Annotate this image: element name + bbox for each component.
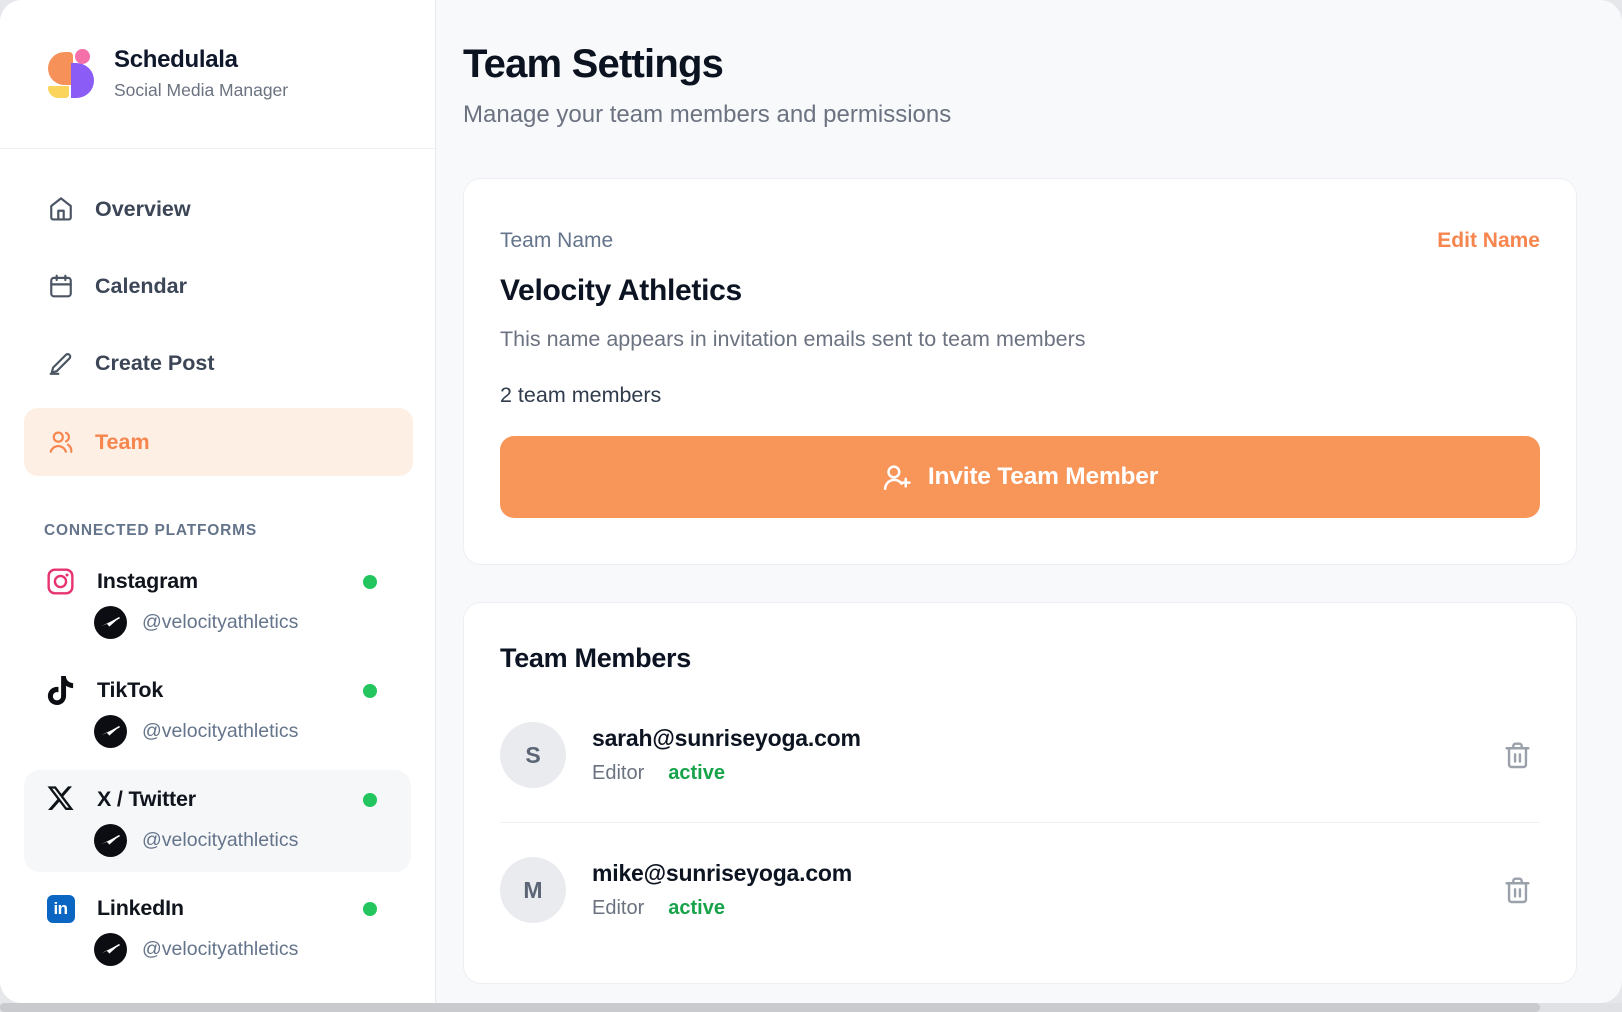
logo-shape-purple xyxy=(71,63,94,98)
platform-handle: @velocityathletics xyxy=(142,829,298,852)
brand-text: Schedulala Social Media Manager xyxy=(114,46,288,101)
delete-member-button[interactable] xyxy=(1497,735,1538,776)
platform-x-twitter[interactable]: X / Twitter @velocityathletics xyxy=(24,770,411,872)
delete-member-button[interactable] xyxy=(1497,870,1538,911)
platform-handle: @velocityathletics xyxy=(142,720,298,743)
member-role: Editor xyxy=(592,897,644,920)
logo-shape-yellow xyxy=(48,86,69,98)
platform-account: @velocityathletics xyxy=(94,824,411,857)
connected-platforms-list: Instagram @velocityathletics TikTok xyxy=(0,540,435,988)
team-name-label: Team Name xyxy=(500,229,613,253)
logo-shape-orange xyxy=(48,52,73,85)
invite-button-label: Invite Team Member xyxy=(928,463,1158,491)
tiktok-icon xyxy=(46,676,75,705)
scrollbar-thumb[interactable] xyxy=(0,1003,1540,1012)
avatar: S xyxy=(500,722,566,788)
platform-linkedin[interactable]: in LinkedIn @velocityathletics xyxy=(24,879,411,981)
platform-name: TikTok xyxy=(97,678,163,703)
member-meta: Editor active xyxy=(592,897,852,920)
connected-platforms-header: CONNECTED PLATFORMS xyxy=(0,522,435,540)
platform-row: Instagram xyxy=(24,567,411,596)
sidebar-item-label: Team xyxy=(95,430,150,455)
sidebar-item-calendar[interactable]: Calendar xyxy=(24,254,413,318)
platform-instagram[interactable]: Instagram @velocityathletics xyxy=(24,552,411,654)
platform-name: X / Twitter xyxy=(97,787,196,812)
sidebar: Schedulala Social Media Manager Overview… xyxy=(0,0,436,1003)
member-email: sarah@sunriseyoga.com xyxy=(592,725,861,752)
team-name-card-header: Team Name Edit Name xyxy=(500,229,1540,253)
sidebar-nav: Overview Calendar Create Post Team xyxy=(0,149,435,489)
linkedin-badge: in xyxy=(47,895,75,923)
team-members-card: Team Members S sarah@sunriseyoga.com Edi… xyxy=(463,602,1577,984)
avatar: M xyxy=(500,857,566,923)
member-info: sarah@sunriseyoga.com Editor active xyxy=(592,725,861,785)
logo-shape-pink xyxy=(75,49,90,64)
member-info: mike@sunriseyoga.com Editor active xyxy=(592,860,852,920)
trash-icon xyxy=(1503,876,1532,905)
platform-name: LinkedIn xyxy=(97,896,184,921)
page-subtitle: Manage your team members and permissions xyxy=(463,101,1577,129)
platform-row: X / Twitter xyxy=(24,785,411,814)
edit-name-link[interactable]: Edit Name xyxy=(1437,229,1540,253)
app-window: Schedulala Social Media Manager Overview… xyxy=(0,0,1622,1003)
schedulala-logo-icon xyxy=(48,49,95,98)
team-name-description: This name appears in invitation emails s… xyxy=(500,327,1540,352)
home-icon xyxy=(48,196,74,222)
sidebar-item-overview[interactable]: Overview xyxy=(24,177,413,241)
member-role: Editor xyxy=(592,762,644,785)
sidebar-item-label: Create Post xyxy=(95,351,215,376)
brand-header: Schedulala Social Media Manager xyxy=(0,0,435,149)
team-members-title: Team Members xyxy=(500,643,1540,674)
platform-account: @velocityathletics xyxy=(94,606,411,639)
users-icon xyxy=(48,429,74,455)
member-email: mike@sunriseyoga.com xyxy=(592,860,852,887)
member-meta: Editor active xyxy=(592,762,861,785)
member-status: active xyxy=(668,897,725,920)
instagram-icon xyxy=(46,567,75,596)
velocity-avatar-icon xyxy=(94,933,127,966)
platform-account: @velocityathletics xyxy=(94,933,411,966)
platform-handle: @velocityathletics xyxy=(142,938,298,961)
member-status: active xyxy=(668,762,725,785)
calendar-icon xyxy=(48,273,74,299)
team-name-value: Velocity Athletics xyxy=(500,274,1540,308)
platform-name: Instagram xyxy=(97,569,198,594)
velocity-avatar-icon xyxy=(94,715,127,748)
brand-tagline: Social Media Manager xyxy=(114,80,288,101)
brand-name: Schedulala xyxy=(114,46,288,74)
trash-icon xyxy=(1503,741,1532,770)
horizontal-scrollbar[interactable] xyxy=(0,1003,1622,1012)
platform-tiktok[interactable]: TikTok @velocityathletics xyxy=(24,661,411,763)
platform-account: @velocityathletics xyxy=(94,715,411,748)
user-plus-icon xyxy=(882,462,912,492)
pencil-icon xyxy=(48,350,74,376)
invite-team-member-button[interactable]: Invite Team Member xyxy=(500,436,1540,518)
member-row-sarah: S sarah@sunriseyoga.com Editor active xyxy=(500,688,1540,822)
connected-status-dot xyxy=(363,575,377,589)
sidebar-item-team[interactable]: Team xyxy=(24,408,413,476)
sidebar-item-label: Calendar xyxy=(95,274,187,299)
main-content: Team Settings Manage your team members a… xyxy=(436,0,1622,1003)
x-twitter-icon xyxy=(46,785,75,814)
member-row-mike: M mike@sunriseyoga.com Editor active xyxy=(500,822,1540,957)
platform-handle: @velocityathletics xyxy=(142,611,298,634)
connected-status-dot xyxy=(363,793,377,807)
team-name-card: Team Name Edit Name Velocity Athletics T… xyxy=(463,178,1577,565)
platform-row: TikTok xyxy=(24,676,411,705)
velocity-avatar-icon xyxy=(94,606,127,639)
sidebar-item-create-post[interactable]: Create Post xyxy=(24,331,413,395)
linkedin-icon: in xyxy=(46,894,75,923)
page-title: Team Settings xyxy=(463,42,1577,87)
connected-status-dot xyxy=(363,684,377,698)
velocity-avatar-icon xyxy=(94,824,127,857)
connected-status-dot xyxy=(363,902,377,916)
team-member-count: 2 team members xyxy=(500,383,1540,408)
sidebar-item-label: Overview xyxy=(95,197,191,222)
platform-row: in LinkedIn xyxy=(24,894,411,923)
